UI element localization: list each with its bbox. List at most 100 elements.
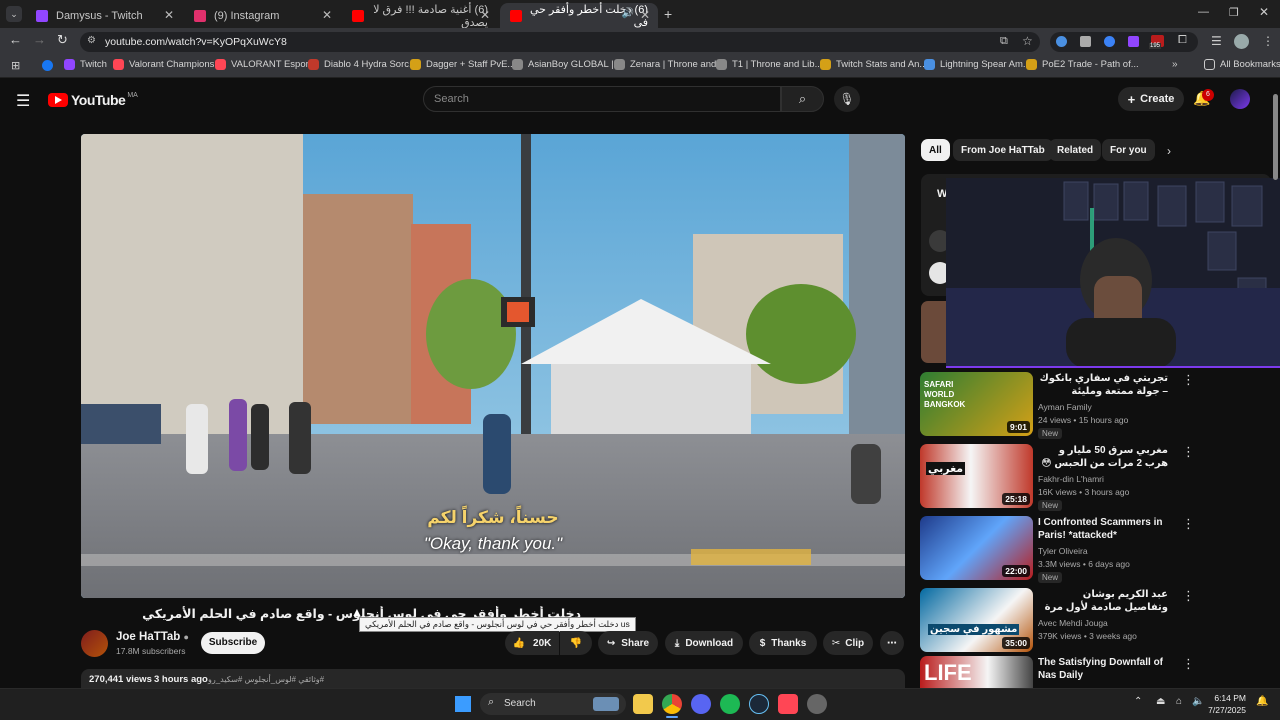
recommendation-channel[interactable]: Avec Mehdi Jouga [1038,618,1108,628]
recommendation-title[interactable]: The Satisfying Downfall of Nas Daily [1038,656,1168,682]
browser-tab[interactable]: Damysus - Twitch ✕ [26,3,182,28]
search-input[interactable]: Search [423,86,781,112]
bookmark-item[interactable]: T1 | Throne and Lib... [716,59,823,70]
video-thumbnail[interactable]: مشهور في سجين 35:00 [920,588,1033,652]
extension-icon[interactable] [1080,36,1091,47]
bookmark-item[interactable]: Diablo 4 Hydra Sorc... [308,59,417,70]
thanks-button[interactable]: $ Thanks [749,631,817,655]
recommendation-item[interactable]: SAFARI WORLD BANGKOK 9:01 تجربتي في سفار… [920,372,1270,439]
reload-icon[interactable]: ↻ [57,32,68,48]
chrome-icon[interactable] [662,694,682,714]
create-button[interactable]: + Create [1118,87,1184,111]
new-tab-button[interactable]: + [664,6,672,22]
more-vertical-icon[interactable]: ⋮ [1182,588,1195,604]
browser-tab-active[interactable]: (6) دخلت أخطر وأفقر حي في 🔊 ✕ [500,3,658,29]
recommendation-title[interactable]: I Confronted Scammers in Paris! *attacke… [1038,516,1168,542]
chip-all[interactable]: All [921,139,950,161]
file-explorer-icon[interactable] [633,694,653,714]
more-vertical-icon[interactable]: ⋮ [1182,444,1195,460]
video-thumbnail[interactable]: 22:00 [920,516,1033,580]
taskbar-time[interactable]: 6:14 PM [1206,693,1246,703]
recommendation-item[interactable]: مغربي 25:18 مغربي سرق 50 مليار و هرب 2 م… [920,444,1270,511]
channel-avatar[interactable] [81,630,108,657]
bookmark-item[interactable]: VALORANT Esports [215,59,316,70]
settings-icon[interactable] [807,694,827,714]
clip-button[interactable]: ✂ Clip [823,631,873,655]
browser-tab[interactable]: (9) Instagram ✕ [184,3,340,28]
voice-search-button[interactable]: 🎙 [834,86,860,112]
chip-for-you[interactable]: For you [1102,139,1155,161]
cast-icon[interactable]: ⧉ [1000,35,1008,48]
bookmark-item[interactable]: Lightning Spear Am... [924,59,1031,70]
download-button[interactable]: ⤓ Download [665,631,743,655]
back-icon[interactable]: ← [9,32,22,47]
url-text[interactable]: youtube.com/watch?v=KyOPqXuWcY8 [105,36,287,48]
like-button[interactable]: 👍 20K [505,631,559,655]
video-thumbnail[interactable]: مغربي 25:18 [920,444,1033,508]
close-tab-icon[interactable]: ✕ [164,8,174,22]
extension-icon[interactable] [1056,36,1067,47]
bookmark-item[interactable]: Twitch Stats and An... [820,59,927,70]
search-button[interactable]: ⌕ [781,86,824,112]
recommendation-item[interactable]: LIFE The Satisfying Downfall of Nas Dail… [920,656,1270,688]
share-button[interactable]: ↪ Share [598,631,658,655]
scrollbar-thumb[interactable] [1273,94,1278,180]
close-tab-icon[interactable]: ✕ [640,8,650,22]
valorant-icon[interactable] [778,694,798,714]
account-avatar[interactable] [1230,89,1250,109]
profile-avatar[interactable] [1234,34,1249,49]
extension-icon[interactable] [1128,36,1139,47]
description-box[interactable]: 270,441 views 3 hours ago #وثائقي #لوس_أ… [81,669,905,688]
extension-icon[interactable] [1104,36,1115,47]
recommendation-channel[interactable]: Ayman Family [1038,402,1092,412]
taskbar-date[interactable]: 7/27/2025 [1206,705,1246,715]
all-bookmarks-button[interactable]: All Bookmarks [1204,59,1280,70]
browser-menu-icon[interactable]: ⋮ [1262,34,1274,48]
tray-usb-icon[interactable]: ⏏ [1156,696,1165,707]
more-vertical-icon[interactable]: ⋮ [1182,656,1195,672]
more-actions-button[interactable]: ⋯ [880,631,904,655]
hashtags[interactable]: #وثائقي #لوس_أنجلوس #سكيد_رو [208,675,324,684]
chips-next-icon[interactable]: › [1167,144,1171,158]
tab-search-button[interactable]: ⌄ [6,6,22,22]
taskbar-search-box[interactable]: ⌕ Search [480,693,626,715]
chip-from-channel[interactable]: From Joe HaTTab [953,139,1053,161]
close-tab-icon[interactable]: ✕ [480,8,490,22]
page-scrollbar[interactable] [1272,84,1278,688]
tray-chevron-icon[interactable]: ⌃ [1134,696,1142,707]
recommendation-channel[interactable]: Fakhr-din L'hamri [1038,474,1104,484]
browser-tab[interactable]: (6) أغنية صادمة !!! فرق لا يصدق ✕ [342,3,498,29]
recommendation-title[interactable]: مغربي سرق 50 مليار و هرب 2 مرات من الحبس… [1038,444,1168,470]
subscribe-button[interactable]: Subscribe [201,632,265,654]
bookmark-item[interactable]: Valorant Champions... [113,59,222,70]
extensions-puzzle-icon[interactable]: ⧠ [1178,34,1187,47]
recommendation-item[interactable]: 22:00 I Confronted Scammers in Paris! *a… [920,516,1270,583]
video-player[interactable]: حسناً، شكراً لكم "Okay, thank you." [81,134,905,598]
audio-playing-icon[interactable]: 🔊 [622,8,634,19]
close-tab-icon[interactable]: ✕ [322,8,332,22]
recommendation-item[interactable]: مشهور في سجين 35:00 عبد الكريم بوشان وتف… [920,588,1270,654]
maximize-button[interactable]: ❐ [1229,6,1239,19]
video-thumbnail[interactable]: SAFARI WORLD BANGKOK 9:01 [920,372,1033,436]
recommendation-title[interactable]: عبد الكريم بوشان وتفاصيل صادمة لأول مرة … [1038,588,1168,614]
video-thumbnail[interactable]: LIFE [920,656,1033,688]
notifications-icon[interactable]: 🔔 [1256,696,1268,707]
bookmark-item[interactable]: AsianBoy GLOBAL |... [512,59,621,70]
tray-volume-icon[interactable]: 🔈 [1192,696,1204,707]
bookmark-item[interactable]: Twitch [64,59,107,70]
spotify-icon[interactable] [720,694,740,714]
dislike-button[interactable]: 👎 [560,631,592,655]
youtube-logo[interactable]: YouTube MA [48,92,138,108]
forward-icon[interactable]: → [33,32,46,47]
address-bar[interactable]: ⚙ youtube.com/watch?v=KyOPqXuWcY8 ⧉ ☆ [80,32,1040,52]
discord-icon[interactable] [691,694,711,714]
bookmark-item[interactable]: Zenara | Throne and... [614,59,724,70]
more-bookmarks-icon[interactable]: » [1172,59,1178,70]
steam-icon[interactable] [749,694,769,714]
yt-menu-icon[interactable]: ☰ [16,91,30,111]
recommendation-title[interactable]: تجربتي في سفاري بانكوك – جولة ممتعة وملي… [1038,372,1168,398]
more-vertical-icon[interactable]: ⋮ [1182,372,1195,388]
channel-name[interactable]: Joe HaTTab ● [116,631,189,643]
site-info-icon[interactable]: ⚙ [87,35,96,46]
chip-related[interactable]: Related [1049,139,1102,161]
